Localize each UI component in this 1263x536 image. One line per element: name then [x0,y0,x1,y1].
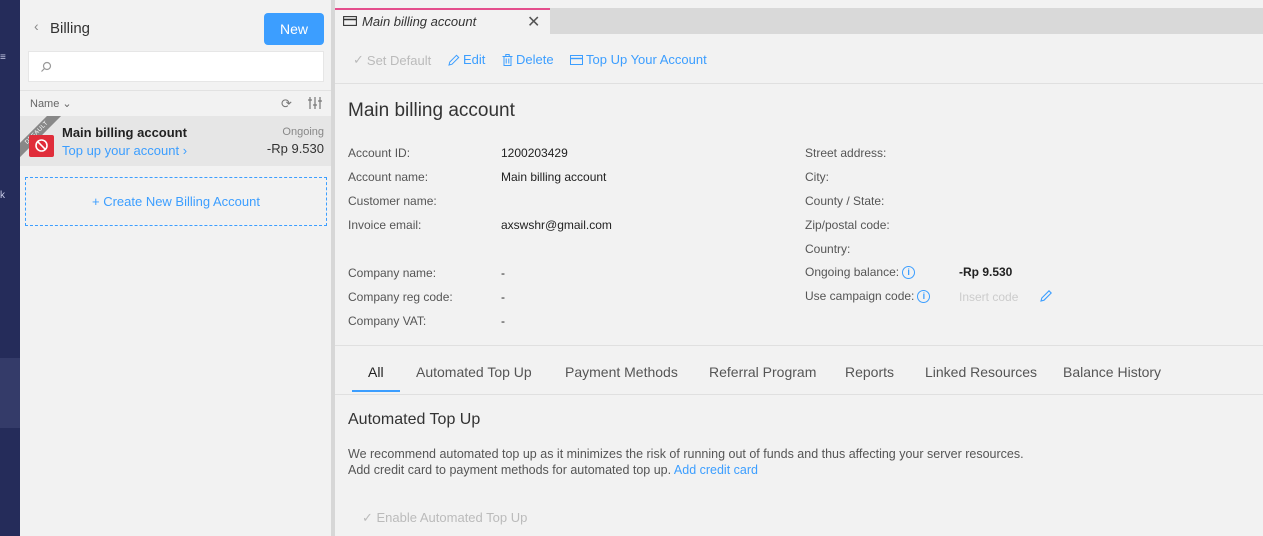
list-header: Name ⌄ ⟳ [20,90,331,116]
filter-settings-icon[interactable] [307,96,323,110]
billing-list-panel: ‹ Billing New Name ⌄ ⟳ DEFAULT Main bill… [20,0,331,536]
chevron-left-icon[interactable]: ‹ [34,19,39,33]
set-default-button[interactable]: ✓ Set Default [353,52,431,68]
campaign-code-label: Use campaign code: i [805,289,931,304]
ongoing-balance-value: -Rp 9.530 [959,265,1013,279]
company-reg-code-value: - [501,290,505,304]
field-label: Account name: [348,170,429,184]
suspended-icon [29,135,54,157]
check-icon: ✓ [353,52,364,67]
tabbar-strip [550,8,1263,34]
field-label: County / State: [805,194,885,208]
account-balance: -Rp 9.530 [266,141,324,156]
doc-tab-main-billing[interactable]: Main billing account ✕ [335,8,550,34]
search-input[interactable] [28,51,324,82]
card-icon [570,54,583,65]
billing-list-header: ‹ Billing New [20,0,331,50]
tab-payment-methods[interactable]: Payment Methods [565,364,678,380]
toolbar: ✓ Set Default Edit Delete Top Up Your Acc… [335,34,1263,84]
card-icon [343,16,357,26]
top-up-button[interactable]: Top Up Your Account [570,52,707,67]
tab-automated-top-up[interactable]: Automated Top Up [416,364,532,380]
field-label: Company VAT: [348,314,427,328]
pencil-icon [448,54,460,66]
tab-all[interactable]: All [368,364,384,380]
company-vat-value: - [501,314,505,328]
tab-balance-history[interactable]: Balance History [1063,364,1161,380]
doc-tab-label: Main billing account [362,14,477,29]
document-tabbar: Main billing account ✕ [335,0,1263,34]
create-billing-account-button[interactable]: + Create New Billing Account [25,177,327,226]
billing-detail-panel: Main billing account ✕ ✓ Set Default Edit… [335,0,1263,536]
page-title: Main billing account [348,100,515,121]
active-tab-indicator [352,390,400,392]
section-description: We recommend automated top up as it mini… [348,447,1024,461]
invoice-email-value: axswshr@gmail.com [501,218,612,232]
delete-button[interactable]: Delete [502,52,554,67]
pencil-icon[interactable] [1040,289,1053,302]
new-button[interactable]: New [264,13,324,45]
company-name-value: - [501,266,505,280]
refresh-icon[interactable]: ⟳ [281,96,292,112]
campaign-code-input[interactable]: Insert code [959,290,1018,304]
info-icon[interactable]: i [917,290,931,304]
field-label: Company name: [348,266,437,280]
account-name-value: Main billing account [501,170,607,184]
field-label: Invoice email: [348,218,422,232]
field-label: Country: [805,242,851,256]
tab-reports[interactable]: Reports [845,364,894,380]
sort-by-name[interactable]: Name ⌄ [30,97,72,110]
field-label: Street address: [805,146,887,160]
panel-title: Billing [50,20,91,37]
close-icon[interactable]: ✕ [527,12,540,32]
ongoing-balance-label: Ongoing balance: i [805,265,916,280]
field-label: Account ID: [348,146,411,160]
account-status: Ongoing [282,126,324,138]
top-up-link[interactable]: Top up your account › [62,143,187,158]
billing-account-item[interactable]: DEFAULT Main billing account Top up your… [20,116,331,166]
search-icon [41,61,52,72]
rail-item-icon[interactable]: k [0,190,8,202]
account-id-value: 1200203429 [501,146,568,160]
section-title: Automated Top Up [348,411,481,428]
trash-icon [502,53,513,66]
rail-menu-icon[interactable]: ≡ [0,52,8,64]
add-credit-card-link[interactable]: Add credit card [674,463,758,477]
tab-referral-program[interactable]: Referral Program [709,364,816,380]
field-label: Zip/postal code: [805,218,890,232]
info-icon[interactable]: i [902,266,916,280]
section-description-2: Add credit card to payment methods for a… [348,463,758,477]
rail-active-item[interactable] [0,358,20,428]
field-label: Customer name: [348,194,437,208]
tab-linked-resources[interactable]: Linked Resources [925,364,1037,380]
field-label: City: [805,170,829,184]
field-label: Company reg code: [348,290,453,304]
nav-rail: ≡ k [0,0,20,536]
edit-button[interactable]: Edit [448,52,485,67]
section-tabs: All Automated Top Up Payment Methods Ref… [335,345,1263,395]
enable-automated-top-up-button[interactable]: ✓ Enable Automated Top Up [362,510,527,526]
account-name: Main billing account [62,125,187,140]
